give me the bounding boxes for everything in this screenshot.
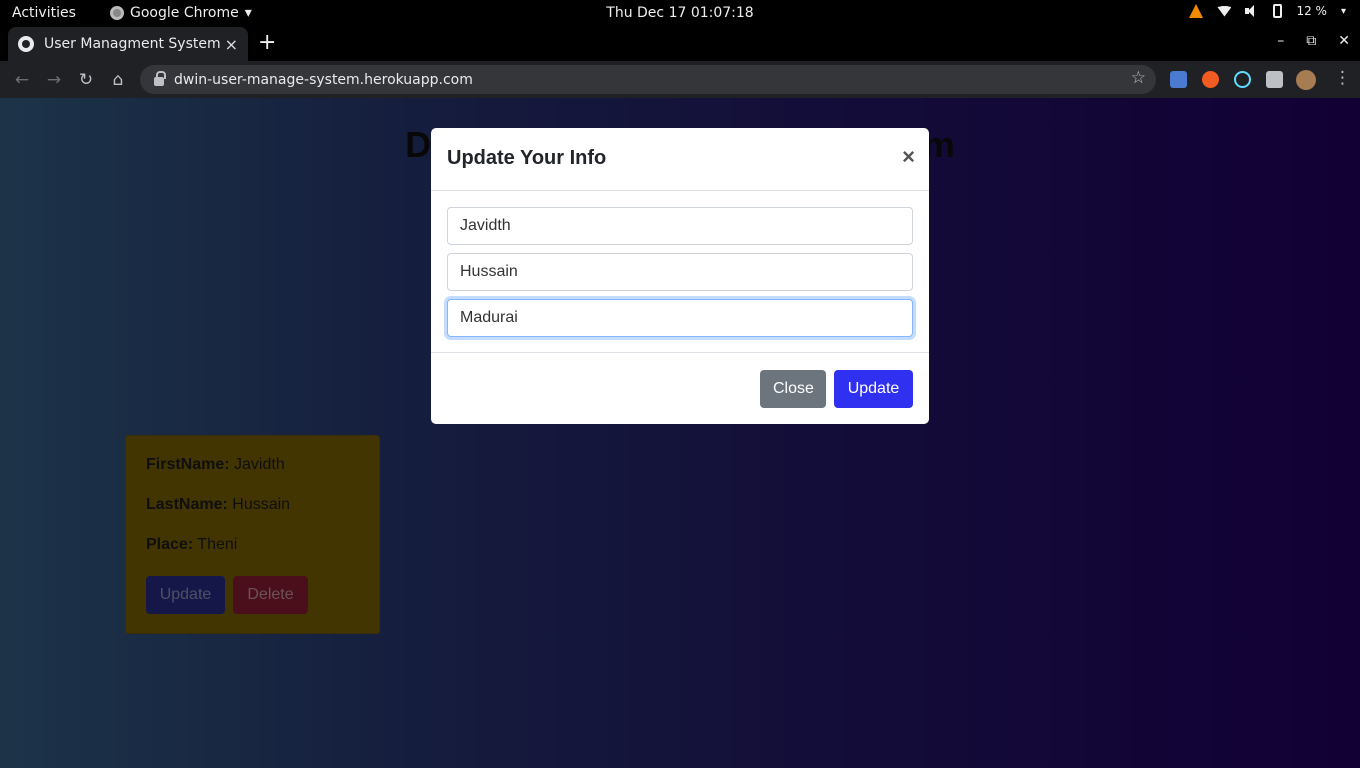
update-info-modal: Update Your Info × Close Update xyxy=(431,128,929,424)
activities-button[interactable]: Activities xyxy=(12,5,76,21)
bookmark-star-icon[interactable]: ☆ xyxy=(1131,68,1146,88)
vlc-icon[interactable] xyxy=(1189,4,1204,18)
address-bar[interactable]: dwin-user-manage-system.herokuapp.com ☆ xyxy=(140,65,1156,94)
modal-title: Update Your Info xyxy=(447,147,607,169)
lastname-input[interactable] xyxy=(447,253,913,291)
extensions-puzzle-icon[interactable] xyxy=(1266,71,1283,88)
tab-strip: User Managment System × + – ⧉ ✕ xyxy=(0,27,1360,61)
chevron-down-icon: ▾ xyxy=(244,5,252,21)
react-devtools-icon[interactable] xyxy=(1234,71,1251,88)
lock-icon[interactable] xyxy=(154,71,166,86)
back-icon[interactable]: ← xyxy=(6,70,38,90)
battery-icon xyxy=(1273,4,1283,18)
app-menu[interactable]: Google Chrome ▾ xyxy=(110,5,252,21)
favicon-icon xyxy=(18,36,34,52)
modal-footer: Close Update xyxy=(431,353,929,423)
brave-extension-icon[interactable] xyxy=(1202,71,1219,88)
volume-icon xyxy=(1245,5,1259,17)
modal-body xyxy=(431,191,929,353)
browser-tab[interactable]: User Managment System × xyxy=(8,27,248,61)
chevron-down-icon: ▾ xyxy=(1340,5,1346,17)
app-name: Google Chrome xyxy=(130,5,239,21)
modal-header: Update Your Info × xyxy=(431,128,929,191)
maximize-button[interactable]: ⧉ xyxy=(1306,33,1316,49)
system-tray[interactable]: 12 % ▾ xyxy=(1189,4,1346,18)
update-button[interactable]: Update xyxy=(834,370,913,408)
new-tab-button[interactable]: + xyxy=(258,31,276,55)
browser-toolbar: ← → ↻ ⌂ dwin-user-manage-system.herokuap… xyxy=(0,61,1360,98)
profile-avatar[interactable] xyxy=(1296,70,1316,90)
google-translate-icon[interactable] xyxy=(1170,71,1187,88)
close-window-button[interactable]: ✕ xyxy=(1338,33,1350,49)
chrome-menu-icon[interactable]: ⋮ xyxy=(1334,68,1351,88)
place-input[interactable] xyxy=(447,299,913,337)
tab-title: User Managment System xyxy=(44,36,221,52)
url-text[interactable]: dwin-user-manage-system.herokuapp.com xyxy=(174,72,473,88)
system-top-bar: Activities Google Chrome ▾ Thu Dec 17 01… xyxy=(0,0,1360,27)
reload-icon[interactable]: ↻ xyxy=(70,70,102,90)
wifi-icon xyxy=(1217,5,1232,17)
page-content: DWin User Management System FirstName: J… xyxy=(0,98,1360,768)
close-icon[interactable]: × xyxy=(902,144,915,170)
close-button[interactable]: Close xyxy=(760,370,826,408)
minimize-button[interactable]: – xyxy=(1277,33,1284,49)
firstname-input[interactable] xyxy=(447,207,913,245)
chrome-icon xyxy=(110,6,124,20)
home-icon[interactable]: ⌂ xyxy=(102,70,134,90)
window-controls: – ⧉ ✕ xyxy=(1277,33,1350,49)
forward-icon[interactable]: → xyxy=(38,70,70,90)
battery-percent: 12 % xyxy=(1296,4,1327,18)
tab-close-icon[interactable]: × xyxy=(225,35,238,54)
